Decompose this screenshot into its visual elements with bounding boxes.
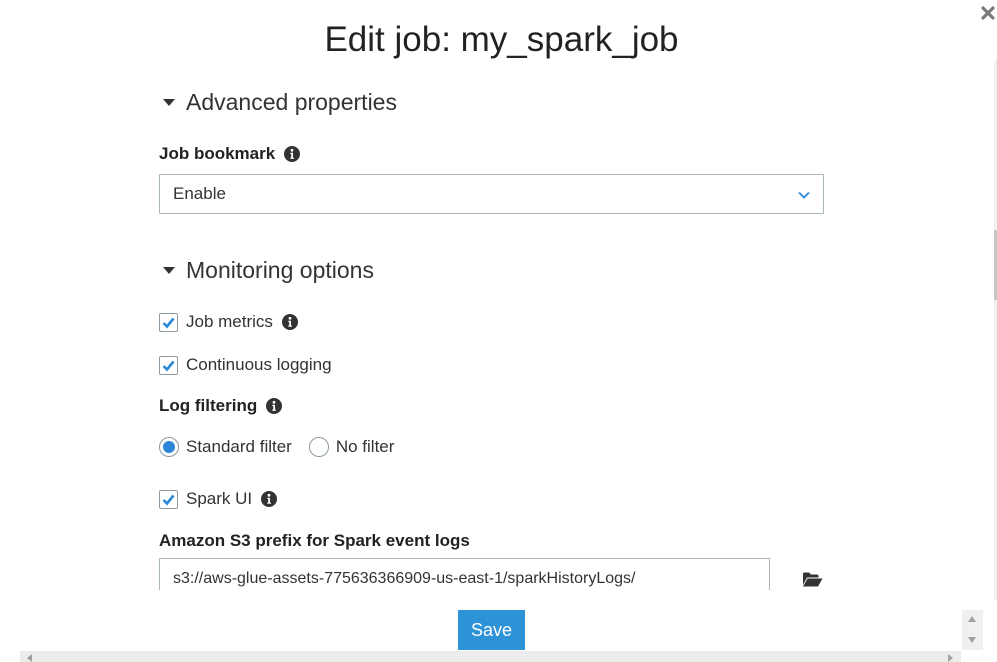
monitoring-options-heading: Monitoring options xyxy=(186,257,374,283)
standard-filter-radio[interactable] xyxy=(159,437,179,457)
s3-prefix-label-text: Amazon S3 prefix for Spark event logs xyxy=(159,531,470,550)
no-filter-option[interactable]: No filter xyxy=(308,437,395,457)
chevron-down-icon xyxy=(797,188,811,202)
spark-ui-checkbox[interactable] xyxy=(159,489,178,509)
horizontal-scrollbar[interactable] xyxy=(20,651,961,662)
monitoring-options-toggle[interactable]: Monitoring options xyxy=(159,257,374,284)
checkmark-icon xyxy=(162,494,175,505)
caret-down-icon xyxy=(163,267,175,274)
checkmark-icon xyxy=(162,360,175,371)
job-metrics-row: Job metrics xyxy=(159,312,298,332)
job-metrics-label: Job metrics xyxy=(186,312,273,331)
job-bookmark-label-text: Job bookmark xyxy=(159,144,276,163)
continuous-logging-label: Continuous logging xyxy=(186,355,332,374)
log-filtering-label: Log filtering xyxy=(159,396,283,416)
info-icon[interactable] xyxy=(266,398,283,414)
scroll-left-icon[interactable] xyxy=(27,654,32,662)
info-icon[interactable] xyxy=(284,146,301,162)
job-bookmark-label: Job bookmark xyxy=(159,144,301,164)
job-bookmark-select-value: Enable xyxy=(173,184,226,203)
spark-ui-row: Spark UI xyxy=(159,489,278,509)
no-filter-radio[interactable] xyxy=(308,437,329,457)
info-icon[interactable] xyxy=(281,314,298,330)
scroll-up-icon[interactable] xyxy=(968,616,976,622)
scroll-right-icon[interactable] xyxy=(948,654,953,662)
caret-down-icon xyxy=(163,99,175,106)
log-filtering-label-text: Log filtering xyxy=(159,396,258,415)
scroll-down-icon[interactable] xyxy=(968,637,976,643)
advanced-properties-heading: Advanced properties xyxy=(186,89,397,115)
advanced-properties-toggle[interactable]: Advanced properties xyxy=(159,89,397,116)
s3-prefix-label: Amazon S3 prefix for Spark event logs xyxy=(159,531,470,551)
no-filter-label: No filter xyxy=(335,437,395,456)
standard-filter-option[interactable]: Standard filter xyxy=(159,437,292,457)
page-title: Edit job: my_spark_job xyxy=(324,20,679,59)
info-icon[interactable] xyxy=(261,491,278,507)
standard-filter-label: Standard filter xyxy=(186,437,292,456)
spark-ui-label: Spark UI xyxy=(186,489,253,508)
folder-open-icon[interactable] xyxy=(802,571,823,588)
continuous-logging-checkbox[interactable] xyxy=(159,355,178,375)
log-filtering-radio-group: Standard filter No filter xyxy=(159,437,411,457)
continuous-logging-row: Continuous logging xyxy=(159,355,332,375)
job-metrics-checkbox[interactable] xyxy=(159,312,178,332)
footer-vertical-scrollbar[interactable] xyxy=(962,610,983,650)
save-button[interactable]: Save xyxy=(458,610,525,650)
checkmark-icon xyxy=(162,317,175,328)
job-bookmark-select[interactable]: Enable xyxy=(159,174,824,214)
